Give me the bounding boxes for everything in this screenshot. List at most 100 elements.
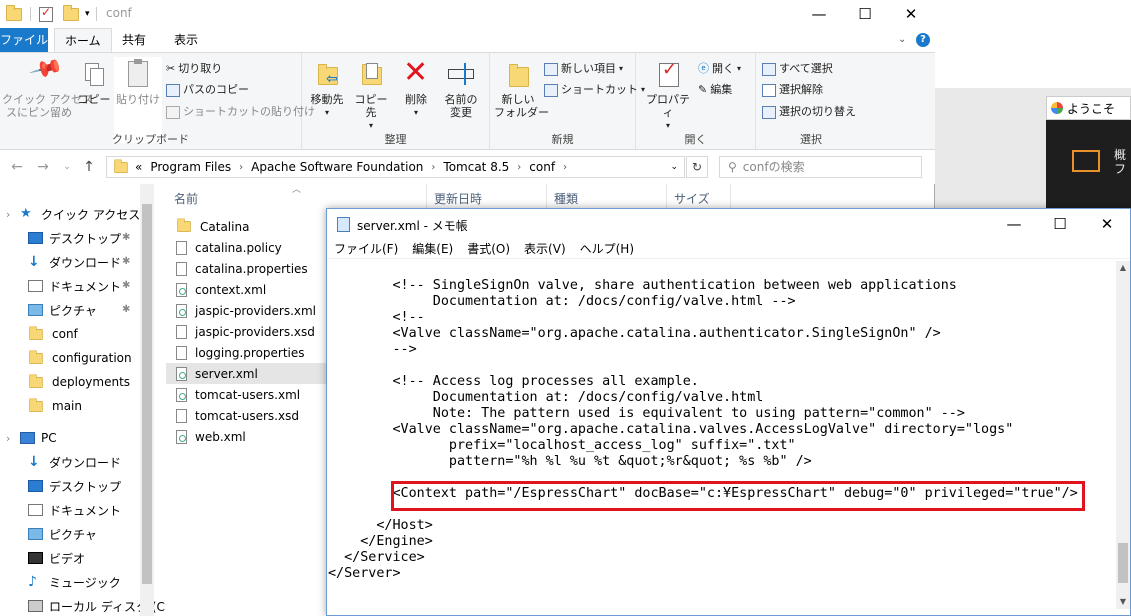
breadcrumb-apache[interactable]: Apache Software Foundation [251,160,423,174]
properties-button[interactable]: ✓ プロパティ ▾ [642,59,694,132]
list-item[interactable]: jaspic-providers.xml [166,300,326,321]
sidebar-item[interactable]: ピクチャ [28,522,97,546]
sidebar-item[interactable]: ピクチャ [28,298,97,322]
chevron-right-icon[interactable]: › [517,162,521,173]
list-item[interactable]: web.xml [166,426,326,447]
copy-path-button[interactable]: パスのコピー [166,81,249,99]
list-item[interactable]: catalina.properties [166,258,326,279]
list-item[interactable]: tomcat-users.xsd [166,405,326,426]
copy-to-button[interactable]: コピー先 ▾ [350,59,392,132]
refresh-button[interactable]: ↻ [686,156,708,178]
menu-view[interactable]: 表示(V) [524,240,566,257]
column-modified[interactable]: 更新日時 [434,190,482,207]
column-divider[interactable] [546,184,547,208]
welcome-tab[interactable]: ようこそ [1046,96,1131,120]
column-divider[interactable] [666,184,667,208]
sidebar-item[interactable]: main [28,394,82,418]
chevron-right-icon[interactable]: › [239,162,243,173]
sidebar-item[interactable]: ↓ ダウンロード [28,250,121,274]
recent-locations-button[interactable]: ⌄ [58,158,76,176]
sidebar-item[interactable]: ♪ ミュージック [28,570,121,594]
tab-home[interactable]: ホーム [54,28,112,52]
select-none-button[interactable]: 選択解除 [762,81,823,99]
rename-button[interactable]: 名前の 変更 [438,59,484,119]
nav-scrollbar-thumb[interactable] [142,204,152,584]
up-button[interactable]: ↑ [80,158,98,176]
breadcrumb-program-files[interactable]: Program Files [150,160,231,174]
properties-icon[interactable] [39,5,53,22]
chevron-right-icon[interactable]: › [6,432,10,445]
list-item[interactable]: jaspic-providers.xsd [166,321,326,342]
new-item-button[interactable]: 新しい項目 ▾ [544,60,623,78]
list-item[interactable]: context.xml [166,279,326,300]
list-item[interactable]: tomcat-users.xml [166,384,326,405]
column-divider[interactable] [730,184,731,208]
cut-button[interactable]: ✂ 切り取り [166,60,222,78]
new-folder-button[interactable]: 新しい フォルダー [494,59,549,119]
sidebar-item[interactable]: deployments [28,370,130,394]
list-item[interactable]: Catalina [166,216,326,237]
folder-icon[interactable] [6,4,22,21]
menu-help[interactable]: ヘルプ(H) [580,240,634,257]
tab-file[interactable]: ファイル [0,28,48,52]
select-all-button[interactable]: すべて選択 [762,60,833,78]
list-item[interactable]: catalina.policy [166,237,326,258]
notepad-maximize-button[interactable]: ☐ [1037,209,1083,239]
search-input[interactable]: ⚲ confの検索 [719,156,922,178]
shortcut-button[interactable]: ショートカット ▾ [544,81,645,99]
notepad-scrollbar-thumb[interactable] [1118,543,1128,583]
sidebar-item[interactable]: configuration [28,346,132,370]
open-button[interactable]: ⓔ 開く ▾ [698,60,741,78]
breadcrumb-conf[interactable]: conf [529,160,555,174]
chevron-right-icon[interactable]: › [6,208,10,221]
tab-share[interactable]: 共有 [112,28,156,52]
column-type[interactable]: 種類 [554,190,578,207]
menu-format[interactable]: 書式(O) [467,240,510,257]
sidebar-item[interactable]: ドキュメント [28,498,121,522]
column-size[interactable]: サイズ [674,190,710,207]
sidebar-item[interactable]: conf [28,322,78,346]
tab-view[interactable]: 表示 [164,28,208,52]
back-button[interactable]: ← [8,158,26,176]
help-icon[interactable]: ? [916,33,930,47]
collapse-ribbon-icon[interactable]: ⌄ [898,34,906,45]
chevron-right-icon[interactable]: › [563,162,567,173]
notepad-scrollbar[interactable]: ▲ ▼ [1116,261,1130,609]
menu-file[interactable]: ファイル(F) [334,240,398,257]
menu-edit[interactable]: 編集(E) [412,240,453,257]
chevron-right-icon[interactable]: › [431,162,435,173]
maximize-button[interactable]: ☐ [842,0,888,28]
list-item[interactable]: logging.properties [166,342,326,363]
customize-qa-icon[interactable]: ▾ [85,9,90,19]
forward-button[interactable]: → [34,158,52,176]
address-bar[interactable]: « Program Files › Apache Software Founda… [106,156,685,178]
sidebar-item[interactable]: デスクトップ [28,226,121,250]
sidebar-item[interactable]: ビデオ [28,546,85,570]
nav-scrollbar[interactable] [140,184,154,616]
sidebar-item[interactable]: › PC [6,426,57,450]
column-name[interactable]: 名前 [174,190,198,207]
notepad-minimize-button[interactable]: — [991,209,1037,239]
notepad-close-button[interactable]: ✕ [1084,209,1130,239]
sidebar-item[interactable]: ↓ ダウンロード [28,450,121,474]
address-dropdown-icon[interactable]: ⌄ [670,162,678,172]
column-divider[interactable] [426,184,427,208]
pin-quick-access-button[interactable]: 📌 クイック アクセス スにピン留め [2,52,93,119]
list-item[interactable]: server.xml [166,363,326,384]
minimize-button[interactable]: — [796,0,842,28]
breadcrumb-overflow[interactable]: « [135,160,142,174]
edit-button[interactable]: ✎ 編集 [698,81,732,99]
notepad-text-area[interactable]: <!-- SingleSignOn valve, share authentic… [328,261,1116,609]
delete-button[interactable]: ✕ 削除 ▾ [398,57,434,119]
sidebar-item[interactable]: › ★ クイック アクセス [6,202,140,226]
close-button[interactable]: ✕ [888,0,934,28]
sidebar-item[interactable]: デスクトップ [28,474,121,498]
scroll-up-icon[interactable]: ▲ [1116,261,1130,275]
copy-button[interactable]: コピー [76,59,112,106]
breadcrumb-tomcat[interactable]: Tomcat 8.5 [443,160,509,174]
scroll-down-icon[interactable]: ▼ [1116,595,1130,609]
new-folder-icon[interactable] [63,4,79,21]
invert-selection-button[interactable]: 選択の切り替え [762,103,856,121]
paste-shortcut-button[interactable]: ショートカットの貼り付け [166,103,315,121]
sidebar-item[interactable]: ドキュメント [28,274,121,298]
